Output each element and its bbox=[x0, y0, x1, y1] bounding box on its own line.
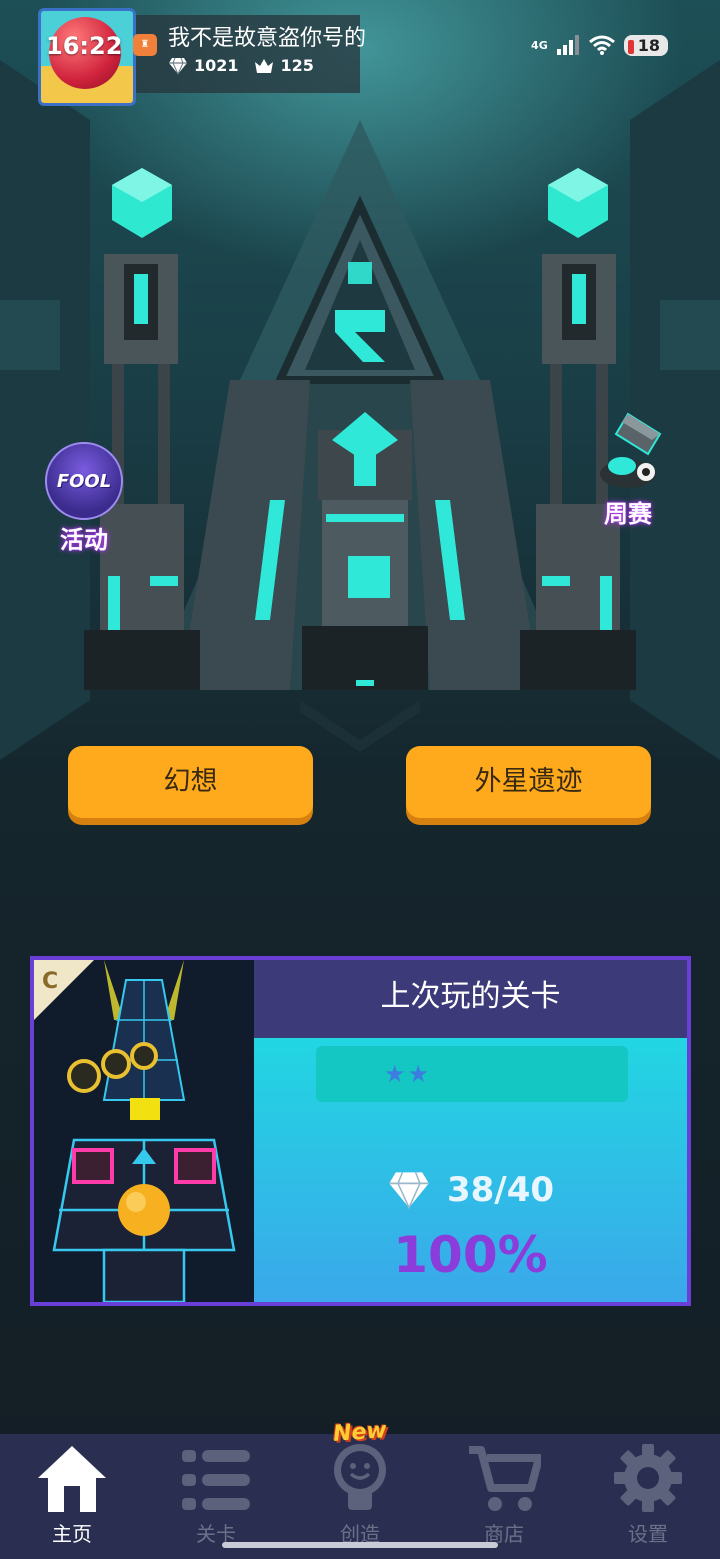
grade-badge: C bbox=[42, 969, 58, 994]
nav-home[interactable]: 主页 bbox=[0, 1434, 144, 1559]
vip-badge-icon: ♜ bbox=[133, 34, 157, 56]
nav-home-label: 主页 bbox=[52, 1522, 92, 1546]
bottom-nav: 主页 关卡 New 创造 商店 设置 bbox=[0, 1418, 720, 1559]
nav-shop[interactable]: 商店 bbox=[432, 1434, 576, 1559]
status-time: 16:22 bbox=[46, 32, 123, 60]
network-type: 4G bbox=[531, 38, 548, 52]
diamond-icon bbox=[169, 57, 187, 75]
home-indicator[interactable] bbox=[222, 1542, 498, 1548]
nav-settings-label: 设置 bbox=[628, 1522, 668, 1546]
home-icon bbox=[38, 1446, 106, 1512]
status-indicators: 4G 18 bbox=[531, 34, 668, 56]
crown-icon bbox=[254, 58, 273, 73]
gem-progress-row: 38/40 bbox=[254, 1170, 687, 1210]
crown-total: 125 bbox=[280, 56, 314, 75]
profile-stats: 1021 125 bbox=[168, 56, 314, 75]
event-label: 活动 bbox=[60, 526, 108, 554]
last-played-stats: ★★ 38/40 100% bbox=[254, 1038, 687, 1302]
level-thumbnail: C bbox=[34, 960, 254, 1302]
diamond-icon bbox=[389, 1172, 429, 1210]
nav-create[interactable]: New 创造 bbox=[288, 1418, 432, 1559]
profile-name: 我不是故意盗你号的 bbox=[168, 26, 367, 51]
hammer-icon bbox=[600, 412, 662, 488]
star-rating: ★★ bbox=[316, 1046, 628, 1102]
gear-icon bbox=[614, 1444, 682, 1512]
completion-percent: 100% bbox=[393, 1226, 548, 1284]
event-button[interactable]: FOOL 活动 bbox=[44, 442, 124, 555]
lightbulb-icon bbox=[334, 1444, 386, 1510]
cart-icon bbox=[469, 1446, 541, 1511]
wifi-icon bbox=[588, 35, 615, 55]
level-preview-image: C bbox=[34, 960, 254, 1302]
gem-count: 38/40 bbox=[446, 1170, 555, 1210]
weekly-label: 周赛 bbox=[604, 500, 652, 528]
nav-settings[interactable]: 设置 bbox=[576, 1434, 720, 1559]
last-played-card[interactable]: C 上次玩的关卡 ★★ 38/40 100% bbox=[30, 956, 691, 1306]
new-badge: New bbox=[332, 1418, 388, 1447]
fool-event-icon: FOOL bbox=[45, 442, 123, 520]
nav-levels[interactable]: 关卡 bbox=[144, 1434, 288, 1559]
battery-level: 18 bbox=[623, 34, 668, 56]
alien-ruins-mode-button[interactable]: 外星遗迹 bbox=[406, 746, 651, 818]
list-icon bbox=[182, 1450, 250, 1510]
last-played-title: 上次玩的关卡 bbox=[254, 960, 687, 1038]
signal-icon bbox=[556, 35, 579, 55]
gem-total: 1021 bbox=[194, 56, 239, 75]
weekly-button[interactable]: 周赛 bbox=[582, 410, 674, 529]
fantasy-mode-button[interactable]: 幻想 bbox=[68, 746, 313, 818]
